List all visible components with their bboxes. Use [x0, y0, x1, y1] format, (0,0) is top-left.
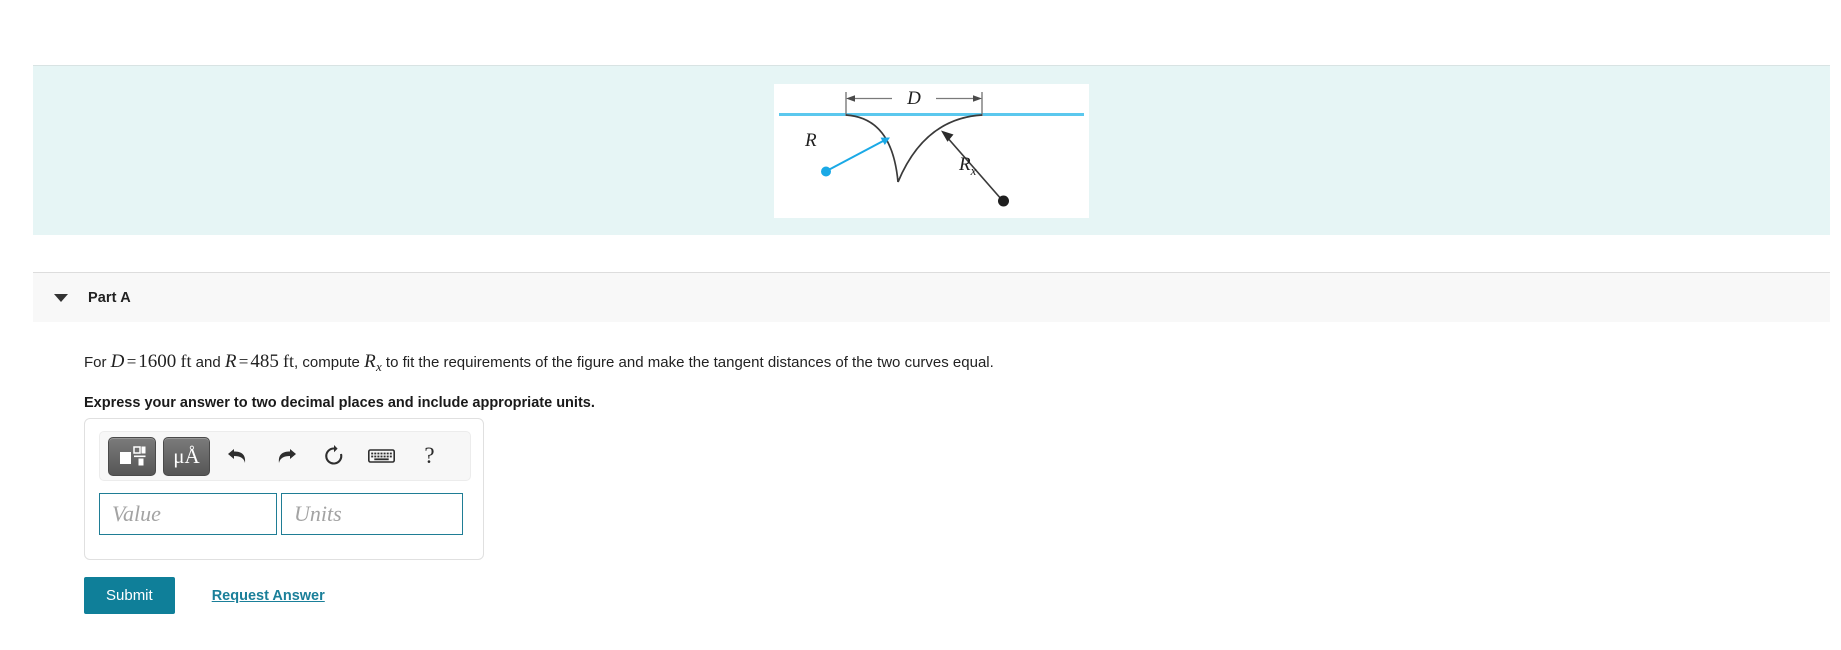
help-icon[interactable]: ?: [409, 438, 450, 475]
dimension-label-D: D: [906, 88, 921, 109]
keyboard-glyph: [368, 449, 395, 463]
units-icon[interactable]: μÅ: [163, 436, 210, 476]
prompt-unit-d: ft: [180, 351, 192, 371]
part-a-header[interactable]: Part A: [33, 272, 1830, 322]
prompt-tail: to fit the requirements of the figure an…: [385, 354, 994, 371]
radius-label-R: R: [804, 130, 817, 151]
undo-glyph: [227, 449, 245, 463]
request-answer-link[interactable]: Request Answer: [212, 588, 325, 604]
answer-toolbar: μÅ ?: [99, 431, 471, 481]
keyboard-icon[interactable]: [361, 438, 402, 475]
redo-glyph: [278, 449, 296, 463]
action-row: Submit Request Answer: [84, 577, 325, 615]
prompt-var-rx-subscript: x: [375, 359, 382, 374]
reset-icon[interactable]: [313, 438, 354, 475]
curve-left: [845, 114, 899, 183]
template-icon[interactable]: [108, 436, 156, 476]
prompt-var-d: D: [110, 351, 125, 372]
prompt-conj: and: [195, 354, 221, 371]
template-glyph: [119, 446, 145, 466]
question-area: For D = 1600 ft and R = 485 ft, compute Rx t…: [84, 348, 1784, 411]
dimension-arrow-right: [936, 95, 982, 102]
value-input[interactable]: [99, 493, 277, 535]
answer-instruction: Express your answer to two decimal place…: [84, 394, 595, 411]
radius-label-Rx: Rx: [958, 154, 977, 178]
part-title: Part A: [88, 289, 131, 306]
reset-glyph: [324, 445, 342, 465]
radius-arrow-R: [821, 137, 890, 177]
prompt-value-r: 485: [250, 351, 279, 372]
redo-icon[interactable]: [265, 438, 306, 475]
undo-icon[interactable]: [217, 438, 258, 475]
caret-down-icon[interactable]: [54, 293, 68, 302]
prompt-eq-2: =: [238, 352, 249, 371]
answer-widget: μÅ ? Value Units: [84, 418, 484, 560]
prompt-value-d: 1600: [138, 351, 177, 372]
dimension-arrow-left: [846, 95, 892, 102]
question-prompt: For D = 1600 ft and R = 485 ft, compute Rx t…: [84, 348, 1784, 377]
prompt-lead: For: [84, 354, 107, 371]
reverse-curve-diagram: D R Rx: [779, 88, 1084, 207]
prompt-mid: , compute: [294, 354, 360, 371]
figure-banner: D R Rx: [33, 65, 1830, 235]
prompt-eq-1: =: [126, 352, 137, 371]
units-input[interactable]: [281, 493, 463, 535]
prompt-var-rx: R: [364, 351, 376, 372]
units-button-label: μÅ: [173, 443, 200, 468]
prompt-unit-r: ft: [283, 351, 295, 371]
prompt-var-r: R: [224, 351, 237, 372]
submit-button[interactable]: Submit: [84, 577, 175, 615]
answer-input-row: [99, 493, 463, 535]
figure-image: D R Rx: [774, 84, 1089, 218]
